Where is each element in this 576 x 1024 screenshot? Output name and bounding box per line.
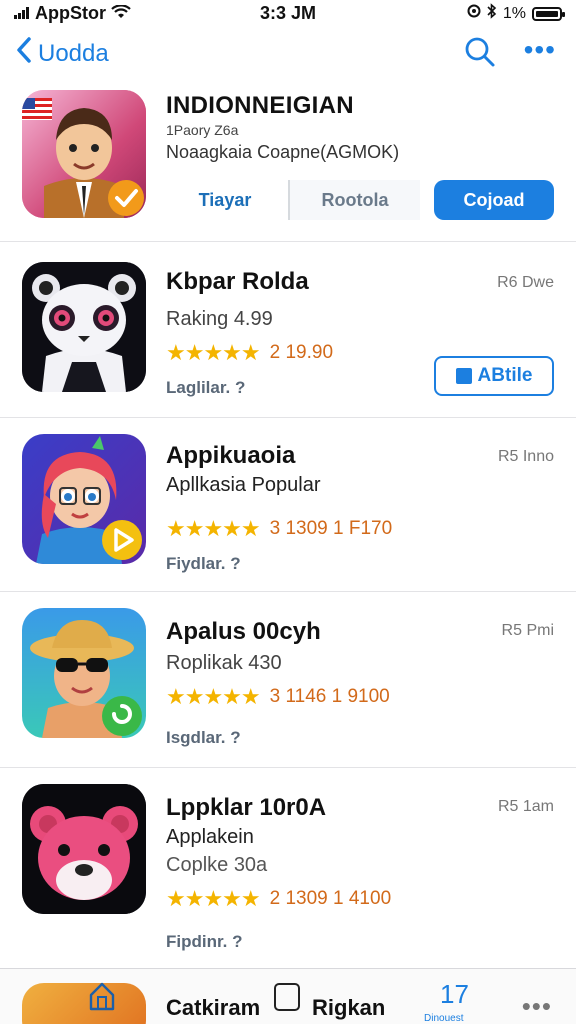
app-subtitle: Applakein bbox=[166, 826, 254, 848]
location-icon bbox=[467, 4, 481, 23]
list-item[interactable]: Lppklar 10r0A Applakein Coplke 30a ★★★★★… bbox=[0, 768, 576, 968]
tab-bar: Catkiram Rigkan 17 Dinouest ••• bbox=[0, 968, 576, 1024]
tab-app-icon[interactable] bbox=[22, 983, 146, 1024]
tab-badge-number[interactable]: 17 bbox=[440, 979, 469, 1010]
status-bar: AppStor 3:3 JM 1% bbox=[0, 0, 576, 26]
rating-count: 2 19.90 bbox=[269, 342, 334, 363]
app-size: R5 1am bbox=[497, 798, 554, 815]
app-subtitle-secondary: Coplke 30a bbox=[166, 854, 268, 876]
bluetooth-icon bbox=[487, 3, 497, 24]
search-icon bbox=[465, 37, 495, 67]
segment-tiayar[interactable]: Tiayar bbox=[166, 180, 284, 220]
list-item[interactable]: Appikuaoia Apllkasia Popular ★★★★★ 3 130… bbox=[0, 418, 576, 592]
app-link[interactable]: Isgdlar. ? bbox=[166, 728, 241, 748]
app-rating: ★★★★★ 2 1309 1 4100 bbox=[166, 886, 391, 912]
rating-count: 3 1146 1 9100 bbox=[269, 686, 390, 707]
rating-count: 3 1309 1 F170 bbox=[269, 518, 393, 539]
segment-cojoad[interactable]: Cojoad bbox=[434, 180, 554, 220]
nav-bar: Uodda ••• bbox=[0, 28, 576, 80]
rating-stars: ★★★★★ bbox=[166, 516, 261, 541]
tab-badge-label: Dinouest bbox=[424, 1013, 464, 1024]
app-rating: ★★★★★ 2 19.90 bbox=[166, 340, 333, 366]
back-label: Uodda bbox=[38, 39, 109, 67]
battery-icon bbox=[532, 6, 565, 21]
search-button[interactable] bbox=[464, 36, 496, 68]
app-size: R5 Inno bbox=[497, 448, 554, 465]
featured-subtitle: Noaagkaia Coapne(AGMOK) bbox=[166, 142, 400, 162]
app-icon[interactable] bbox=[22, 784, 146, 914]
more-button[interactable]: ••• bbox=[524, 34, 556, 66]
tab-home[interactable] bbox=[88, 981, 116, 1011]
app-title[interactable]: Lppklar 10r0A bbox=[166, 794, 326, 822]
rating-count: 2 1309 1 4100 bbox=[269, 888, 392, 909]
featured-title: INDIONNEIGIAN bbox=[166, 92, 354, 119]
app-link[interactable]: Fipdinr. ? bbox=[166, 932, 243, 952]
app-title[interactable]: Apalus 00cyh bbox=[166, 618, 321, 646]
back-button[interactable]: Uodda bbox=[16, 36, 109, 71]
app-subtitle: Raking 4.99 bbox=[166, 308, 273, 330]
tab-label-catkiram[interactable]: Catkiram bbox=[166, 995, 260, 1021]
chevron-left-icon bbox=[16, 36, 32, 71]
square-icon[interactable] bbox=[274, 983, 300, 1011]
home-icon bbox=[89, 982, 115, 1011]
app-title[interactable]: Kbpar Rolda bbox=[166, 268, 309, 296]
rating-stars: ★★★★★ bbox=[166, 684, 261, 709]
featured-subtitle-small: 1Paory Z6a bbox=[166, 122, 239, 138]
app-size: R5 Pmi bbox=[501, 622, 554, 639]
app-link[interactable]: Fiydlar. ? bbox=[166, 554, 241, 574]
rating-stars: ★★★★★ bbox=[166, 886, 261, 911]
app-subtitle: Apllkasia Popular bbox=[166, 474, 321, 496]
battery-percent: 1% bbox=[502, 4, 526, 22]
more-icon: ••• bbox=[523, 34, 556, 65]
status-right: 1% bbox=[467, 3, 565, 24]
get-button[interactable]: ABtile bbox=[434, 356, 554, 396]
segment-rootola[interactable]: Rootola bbox=[288, 180, 420, 220]
featured-app-icon[interactable] bbox=[22, 90, 146, 218]
get-button-label: ABtile bbox=[477, 365, 533, 386]
app-icon[interactable] bbox=[22, 262, 146, 392]
more-icon[interactable]: ••• bbox=[522, 991, 552, 1022]
app-title[interactable]: Appikuaoia bbox=[166, 442, 295, 470]
featured-app: INDIONNEIGIAN 1Paory Z6a Noaagkaia Coapn… bbox=[0, 84, 576, 242]
app-icon[interactable] bbox=[22, 434, 146, 564]
square-icon bbox=[455, 368, 472, 384]
app-rating: ★★★★★ 3 1309 1 F170 bbox=[166, 516, 392, 542]
list-item[interactable]: Kbpar Rolda Raking 4.99 ★★★★★ 2 19.90 La… bbox=[0, 244, 576, 418]
list-item[interactable]: Apalus 00cyh Roplikak 430 ★★★★★ 3 1146 1… bbox=[0, 592, 576, 768]
app-subtitle: Roplikak 430 bbox=[166, 652, 282, 674]
app-rating: ★★★★★ 3 1146 1 9100 bbox=[166, 684, 390, 710]
app-link[interactable]: Laglilar. ? bbox=[166, 378, 245, 398]
app-icon[interactable] bbox=[22, 608, 146, 738]
tab-label-rigkan[interactable]: Rigkan bbox=[312, 995, 385, 1021]
rating-stars: ★★★★★ bbox=[166, 340, 261, 365]
app-size: R6 Dwe bbox=[497, 274, 554, 291]
